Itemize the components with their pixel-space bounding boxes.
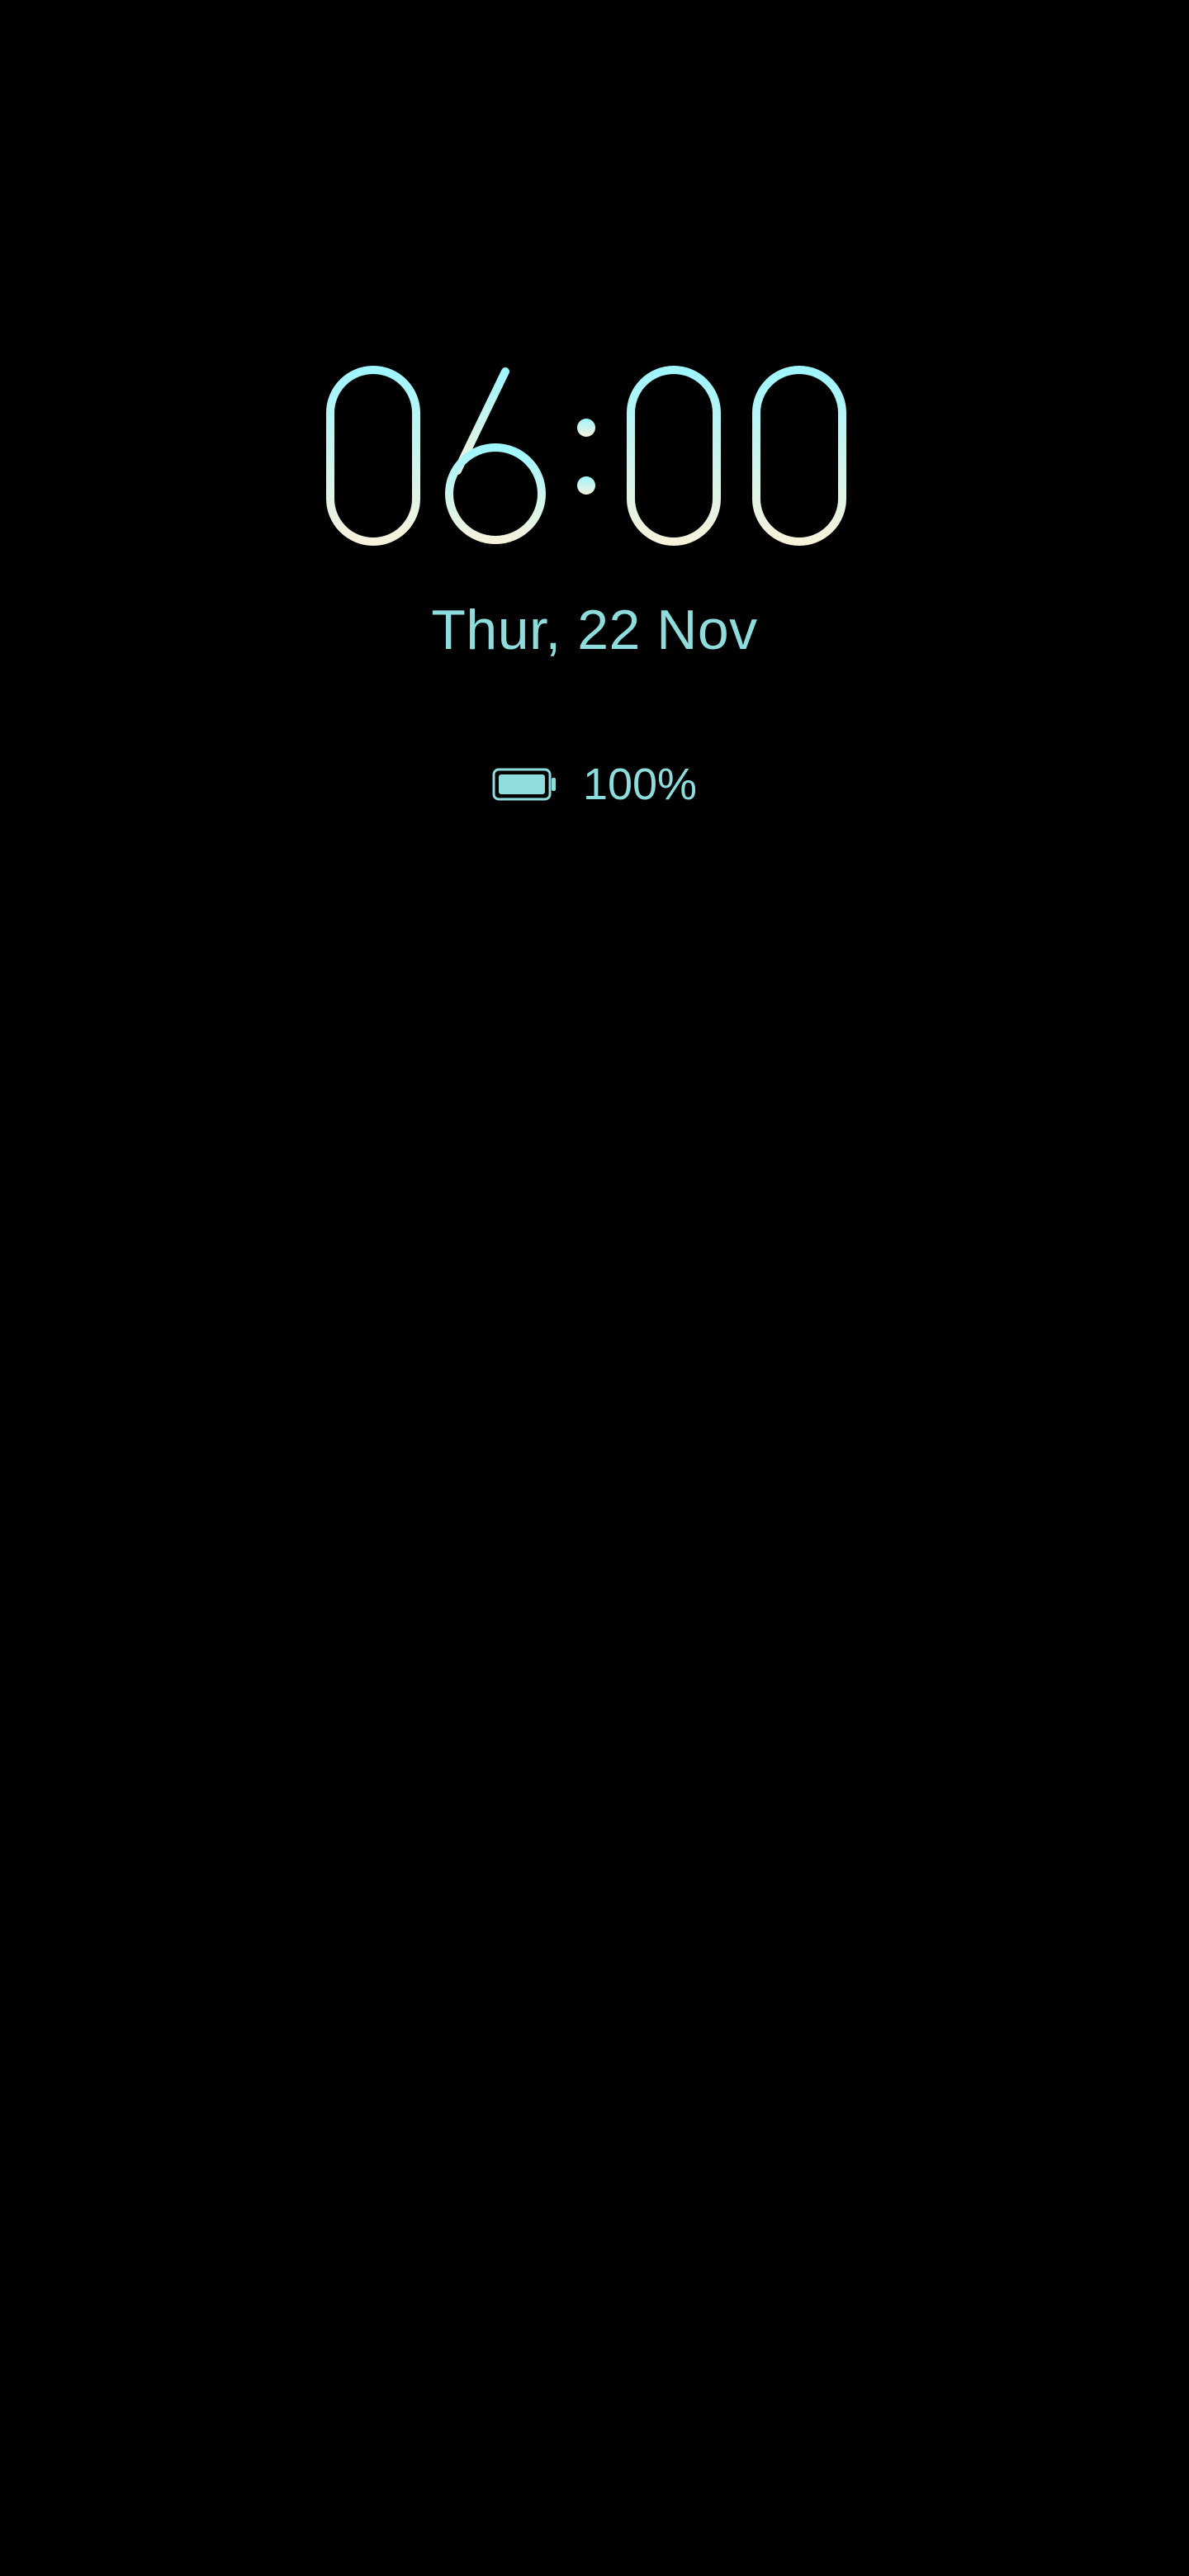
clock-digits — [326, 366, 846, 546]
clock-digit — [445, 367, 546, 544]
clock-digit — [326, 366, 420, 546]
clock-time-text: 06:00 — [0, 561, 1, 562]
date-label: Thur, 22 Nov — [431, 599, 758, 661]
battery-percentage: 100% — [582, 760, 698, 809]
always-on-display: 06:00 Thur, 22 Nov 100% — [0, 0, 1189, 2576]
battery-status: 100% — [0, 758, 1189, 811]
battery-full-icon — [492, 768, 556, 801]
clock-digit — [752, 366, 846, 546]
clock: 06:00 — [0, 347, 1189, 561]
clock-digit — [627, 366, 721, 546]
clock-colon — [577, 419, 595, 495]
